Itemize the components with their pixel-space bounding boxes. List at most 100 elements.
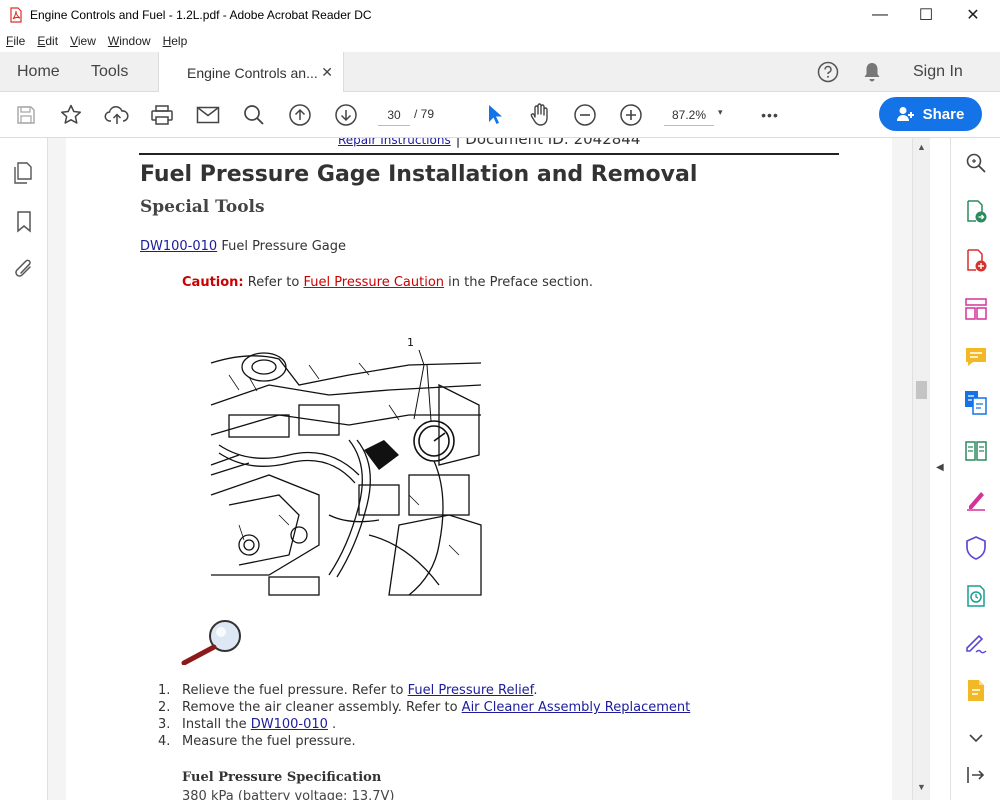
dw100-010-link[interactable]: DW100-010 — [251, 717, 328, 732]
bookmark-star-button[interactable] — [57, 92, 85, 138]
attachments-button[interactable] — [12, 258, 36, 282]
arrow-down-circle-icon — [335, 104, 357, 126]
page-thumbnails-button[interactable] — [12, 162, 36, 186]
upload-button[interactable] — [103, 92, 131, 138]
fill-sign-button[interactable] — [963, 487, 989, 513]
menu-window[interactable]: Window — [102, 34, 157, 48]
maximize-button[interactable]: ☐ — [903, 0, 949, 30]
bookmarks-button[interactable] — [12, 210, 36, 234]
figure-callout: 1 — [407, 336, 414, 349]
hand-tool-button[interactable] — [526, 92, 554, 138]
select-tool-button[interactable] — [480, 92, 508, 138]
tool-description: Fuel Pressure Gage — [217, 239, 347, 254]
more-icon: ••• — [761, 107, 779, 123]
zoom-dropdown-chevron-icon[interactable]: ▾ — [718, 107, 723, 118]
print-button[interactable] — [148, 92, 176, 138]
tab-tools[interactable]: Tools — [91, 52, 128, 92]
search-tool-button[interactable] — [963, 150, 989, 176]
more-tools-icon — [968, 680, 984, 701]
window-title: Engine Controls and Fuel - 1.2L.pdf - Ad… — [30, 8, 372, 22]
create-pdf-button[interactable] — [963, 248, 989, 274]
help-button[interactable] — [817, 52, 839, 92]
organize-pages-icon — [965, 298, 987, 320]
vertical-scrollbar[interactable]: ▲ ▼ — [912, 138, 930, 800]
zoom-level-input[interactable] — [664, 104, 714, 126]
zoom-out-button[interactable] — [571, 92, 599, 138]
menu-window-accel: W — [107, 34, 120, 48]
collapse-panel-button[interactable] — [963, 762, 989, 788]
zoom-in-button[interactable] — [617, 92, 645, 138]
protect-button[interactable] — [963, 535, 989, 561]
printer-icon — [151, 105, 173, 125]
find-button[interactable] — [240, 92, 268, 138]
plus-circle-icon — [620, 104, 642, 126]
export-pdf-icon — [967, 200, 987, 223]
close-icon: ✕ — [966, 7, 980, 24]
scan-ocr-icon — [965, 441, 987, 461]
acrobat-logo-icon — [9, 7, 23, 23]
minimize-button[interactable]: — — [857, 0, 903, 30]
menu-file[interactable]: File — [0, 34, 31, 48]
menu-view[interactable]: View — [64, 34, 102, 48]
send-for-review-button[interactable] — [963, 583, 989, 609]
add-user-icon — [896, 107, 914, 121]
menu-bar: File Edit View Window Help — [0, 30, 1000, 52]
tab-home[interactable]: Home — [17, 52, 60, 92]
notifications-button[interactable] — [862, 52, 882, 92]
menu-help-label: elp — [171, 34, 188, 48]
save-button[interactable] — [12, 92, 40, 138]
document-id: | Document ID: 2042844 — [450, 138, 641, 148]
repair-instructions-link[interactable]: Repair Instructions — [338, 138, 451, 147]
tool-link[interactable]: DW100-010 — [140, 239, 217, 254]
rail-expand-button[interactable] — [963, 725, 989, 751]
sign-in-link[interactable]: Sign In — [913, 52, 963, 92]
star-icon — [60, 104, 82, 124]
minimize-icon: — — [872, 6, 888, 23]
document-viewport[interactable]: Repair Instructions | Document ID: 20428… — [48, 138, 912, 800]
tab-home-label: Home — [17, 63, 60, 80]
close-window-button[interactable]: ✕ — [950, 0, 996, 30]
menu-help[interactable]: Help — [157, 34, 194, 48]
step-after: . — [533, 683, 538, 698]
previous-page-button[interactable] — [286, 92, 314, 138]
header-rule — [139, 153, 839, 155]
caution-text-2: in the Preface section. — [444, 275, 594, 290]
scrollbar-thumb[interactable] — [916, 381, 927, 399]
email-button[interactable] — [194, 92, 222, 138]
right-panel-toggle-icon[interactable]: ◀ — [936, 462, 944, 473]
comment-button[interactable] — [963, 344, 989, 370]
combine-files-button[interactable] — [963, 390, 989, 416]
attachment-icon — [15, 259, 31, 277]
arrow-up-circle-icon — [289, 104, 311, 126]
caution-line: Caution: Refer to Fuel Pressure Caution … — [182, 275, 593, 290]
scan-ocr-button[interactable] — [963, 438, 989, 464]
spec-heading: Fuel Pressure Specification — [182, 770, 382, 785]
fuel-pressure-relief-link[interactable]: Fuel Pressure Relief — [408, 683, 534, 698]
next-page-button[interactable] — [332, 92, 360, 138]
export-pdf-button[interactable] — [963, 199, 989, 225]
menu-file-label: ile — [13, 34, 26, 48]
protect-icon — [966, 536, 986, 560]
sign-button[interactable] — [963, 630, 989, 656]
step-text: Install the — [182, 717, 251, 732]
hand-icon — [530, 103, 548, 126]
organize-pages-button[interactable] — [963, 296, 989, 322]
minus-circle-icon — [574, 104, 596, 126]
caution-label: Caution: — [182, 275, 244, 290]
list-item: 1. Relieve the fuel pressure. Refer to Fu… — [158, 682, 690, 699]
fuel-pressure-caution-link[interactable]: Fuel Pressure Caution — [303, 275, 444, 290]
scroll-down-icon[interactable]: ▼ — [917, 782, 926, 792]
share-button[interactable]: Share — [879, 97, 982, 131]
special-tools-heading: Special Tools — [140, 197, 265, 217]
menu-help-accel: H — [162, 34, 172, 48]
air-cleaner-link[interactable]: Air Cleaner Assembly Replacement — [462, 700, 691, 715]
tab-close-icon[interactable]: ✕ — [321, 64, 333, 81]
more-tools-button[interactable]: ••• — [755, 92, 785, 138]
comment-icon — [966, 348, 986, 366]
document-header: Repair Instructions | Document ID: 20428… — [338, 138, 640, 148]
page-number-input[interactable] — [378, 104, 410, 126]
menu-edit[interactable]: Edit — [31, 34, 64, 48]
tab-document[interactable]: Engine Controls an... ✕ — [158, 52, 344, 93]
scroll-up-icon[interactable]: ▲ — [917, 142, 926, 152]
more-tools-rail-button[interactable] — [963, 678, 989, 704]
